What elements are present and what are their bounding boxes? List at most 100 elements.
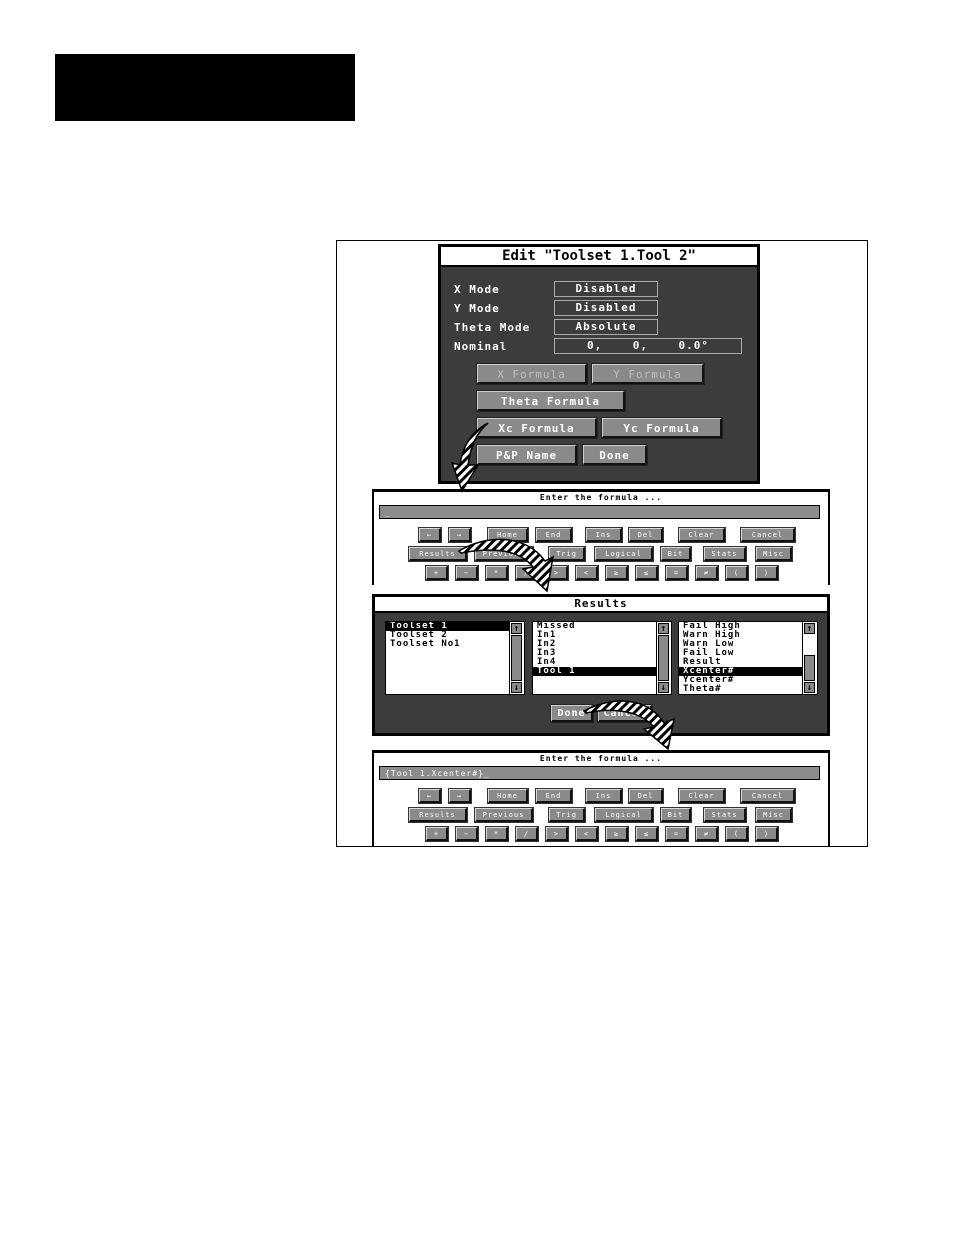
ins-key[interactable]: Ins <box>585 788 623 804</box>
logical-key[interactable]: Logical <box>594 807 654 823</box>
trig-key[interactable]: Trig <box>548 546 586 562</box>
field-label: Theta Mode <box>454 320 531 334</box>
cancel-key[interactable]: Cancel <box>740 527 796 543</box>
home-key[interactable]: Home <box>487 527 529 543</box>
minus-key[interactable]: − <box>455 826 479 842</box>
results-dialog: Results Toolset 1 Toolset 2 Toolset No1 … <box>372 594 830 736</box>
x-mode-row: X Mode Disabled <box>454 281 658 297</box>
open-paren-key[interactable]: ( <box>725 826 749 842</box>
logical-key[interactable]: Logical <box>594 546 654 562</box>
not-equal-key[interactable]: ≠ <box>695 826 719 842</box>
scroll-down-arrow-icon[interactable]: ↓ <box>804 682 815 693</box>
misc-key[interactable]: Misc <box>755 546 793 562</box>
scrollbar[interactable]: ↑ ↓ <box>656 622 671 694</box>
del-key[interactable]: Del <box>628 527 664 543</box>
greater-equal-key[interactable]: ≥ <box>605 565 629 581</box>
formula-input[interactable]: {Tool 1.Xcenter#}_ <box>379 766 820 780</box>
less-than-key[interactable]: < <box>575 826 599 842</box>
formula-panel-empty: Enter the formula ... _ ← → Home End Ins… <box>372 489 830 585</box>
ins-key[interactable]: Ins <box>585 527 623 543</box>
less-than-key[interactable]: < <box>575 565 599 581</box>
nominal-value[interactable]: 0, 0, 0.0° <box>554 338 742 354</box>
nominal-row: Nominal 0, 0, 0.0° <box>454 338 742 354</box>
list-item[interactable]: Theta# <box>679 685 817 694</box>
clear-key[interactable]: Clear <box>678 788 726 804</box>
results-title: Results <box>375 597 827 613</box>
result-list[interactable]: Fail High Warn High Warn Low Fail Low Re… <box>678 621 818 695</box>
left-arrow-key[interactable]: ← <box>418 527 442 543</box>
clear-key[interactable]: Clear <box>678 527 726 543</box>
previous-key[interactable]: Previous <box>474 807 534 823</box>
results-cancel-button[interactable]: Cancel <box>597 704 653 723</box>
multiply-key[interactable]: * <box>485 565 509 581</box>
tool-list[interactable]: Missed In1 In2 In3 In4 Tool 1 ↑ ↓ <box>532 621 672 695</box>
toolset-list[interactable]: Toolset 1 Toolset 2 Toolset No1 ↑ ↓ <box>385 621 525 695</box>
scroll-up-arrow-icon[interactable]: ↑ <box>511 623 522 634</box>
equals-key[interactable]: = <box>665 565 689 581</box>
x-mode-value[interactable]: Disabled <box>554 281 658 297</box>
scroll-down-arrow-icon[interactable]: ↓ <box>511 682 522 693</box>
theta-mode-row: Theta Mode Absolute <box>454 319 658 335</box>
less-equal-key[interactable]: ≤ <box>635 565 659 581</box>
field-label: Y Mode <box>454 301 500 315</box>
left-arrow-key[interactable]: ← <box>418 788 442 804</box>
greater-than-key[interactable]: > <box>545 565 569 581</box>
end-key[interactable]: End <box>535 527 573 543</box>
stats-key[interactable]: Stats <box>703 807 747 823</box>
done-button[interactable]: Done <box>582 444 648 466</box>
dialog-title: Edit "Toolset 1.Tool 2" <box>441 247 757 267</box>
chapter-header-block <box>55 54 355 121</box>
open-paren-key[interactable]: ( <box>725 565 749 581</box>
less-equal-key[interactable]: ≤ <box>635 826 659 842</box>
scroll-up-arrow-icon[interactable]: ↑ <box>658 623 669 634</box>
scroll-thumb[interactable] <box>658 635 669 681</box>
results-key[interactable]: Results <box>408 807 468 823</box>
results-key[interactable]: Results <box>408 546 468 562</box>
yc-formula-button[interactable]: Yc Formula <box>601 417 723 439</box>
right-arrow-key[interactable]: → <box>448 527 472 543</box>
pp-name-button[interactable]: P&P Name <box>476 444 578 466</box>
scroll-up-arrow-icon[interactable]: ↑ <box>804 623 815 634</box>
results-done-button[interactable]: Done <box>550 704 594 723</box>
not-equal-key[interactable]: ≠ <box>695 565 719 581</box>
greater-equal-key[interactable]: ≥ <box>605 826 629 842</box>
formula-prompt: Enter the formula ... <box>539 754 663 763</box>
plus-key[interactable]: + <box>425 565 449 581</box>
bit-key[interactable]: Bit <box>660 546 692 562</box>
list-item[interactable]: Toolset No1 <box>386 640 524 649</box>
xc-formula-button[interactable]: Xc Formula <box>476 417 598 439</box>
minus-key[interactable]: − <box>455 565 479 581</box>
formula-panel-filled: Enter the formula ... {Tool 1.Xcenter#}_… <box>372 750 830 846</box>
theta-mode-value[interactable]: Absolute <box>554 319 658 335</box>
stats-key[interactable]: Stats <box>703 546 747 562</box>
bit-key[interactable]: Bit <box>660 807 692 823</box>
theta-formula-button[interactable]: Theta Formula <box>476 390 626 412</box>
previous-key[interactable]: Previous <box>474 546 534 562</box>
scroll-thumb[interactable] <box>804 655 815 681</box>
end-key[interactable]: End <box>535 788 573 804</box>
misc-key[interactable]: Misc <box>755 807 793 823</box>
x-formula-button: X Formula <box>476 363 588 385</box>
scroll-thumb[interactable] <box>511 635 522 681</box>
home-key[interactable]: Home <box>487 788 529 804</box>
scrollbar[interactable]: ↑ ↓ <box>802 622 817 694</box>
list-item[interactable]: Tool 1 <box>533 667 671 676</box>
cancel-key[interactable]: Cancel <box>740 788 796 804</box>
trig-key[interactable]: Trig <box>548 807 586 823</box>
formula-input[interactable]: _ <box>379 505 820 519</box>
equals-key[interactable]: = <box>665 826 689 842</box>
y-mode-row: Y Mode Disabled <box>454 300 658 316</box>
del-key[interactable]: Del <box>628 788 664 804</box>
close-paren-key[interactable]: ) <box>755 565 779 581</box>
scroll-down-arrow-icon[interactable]: ↓ <box>658 682 669 693</box>
divide-key[interactable]: / <box>515 826 539 842</box>
plus-key[interactable]: + <box>425 826 449 842</box>
scrollbar[interactable]: ↑ ↓ <box>509 622 524 694</box>
divide-key[interactable]: / <box>515 565 539 581</box>
y-formula-button: Y Formula <box>591 363 705 385</box>
right-arrow-key[interactable]: → <box>448 788 472 804</box>
greater-than-key[interactable]: > <box>545 826 569 842</box>
multiply-key[interactable]: * <box>485 826 509 842</box>
y-mode-value[interactable]: Disabled <box>554 300 658 316</box>
close-paren-key[interactable]: ) <box>755 826 779 842</box>
